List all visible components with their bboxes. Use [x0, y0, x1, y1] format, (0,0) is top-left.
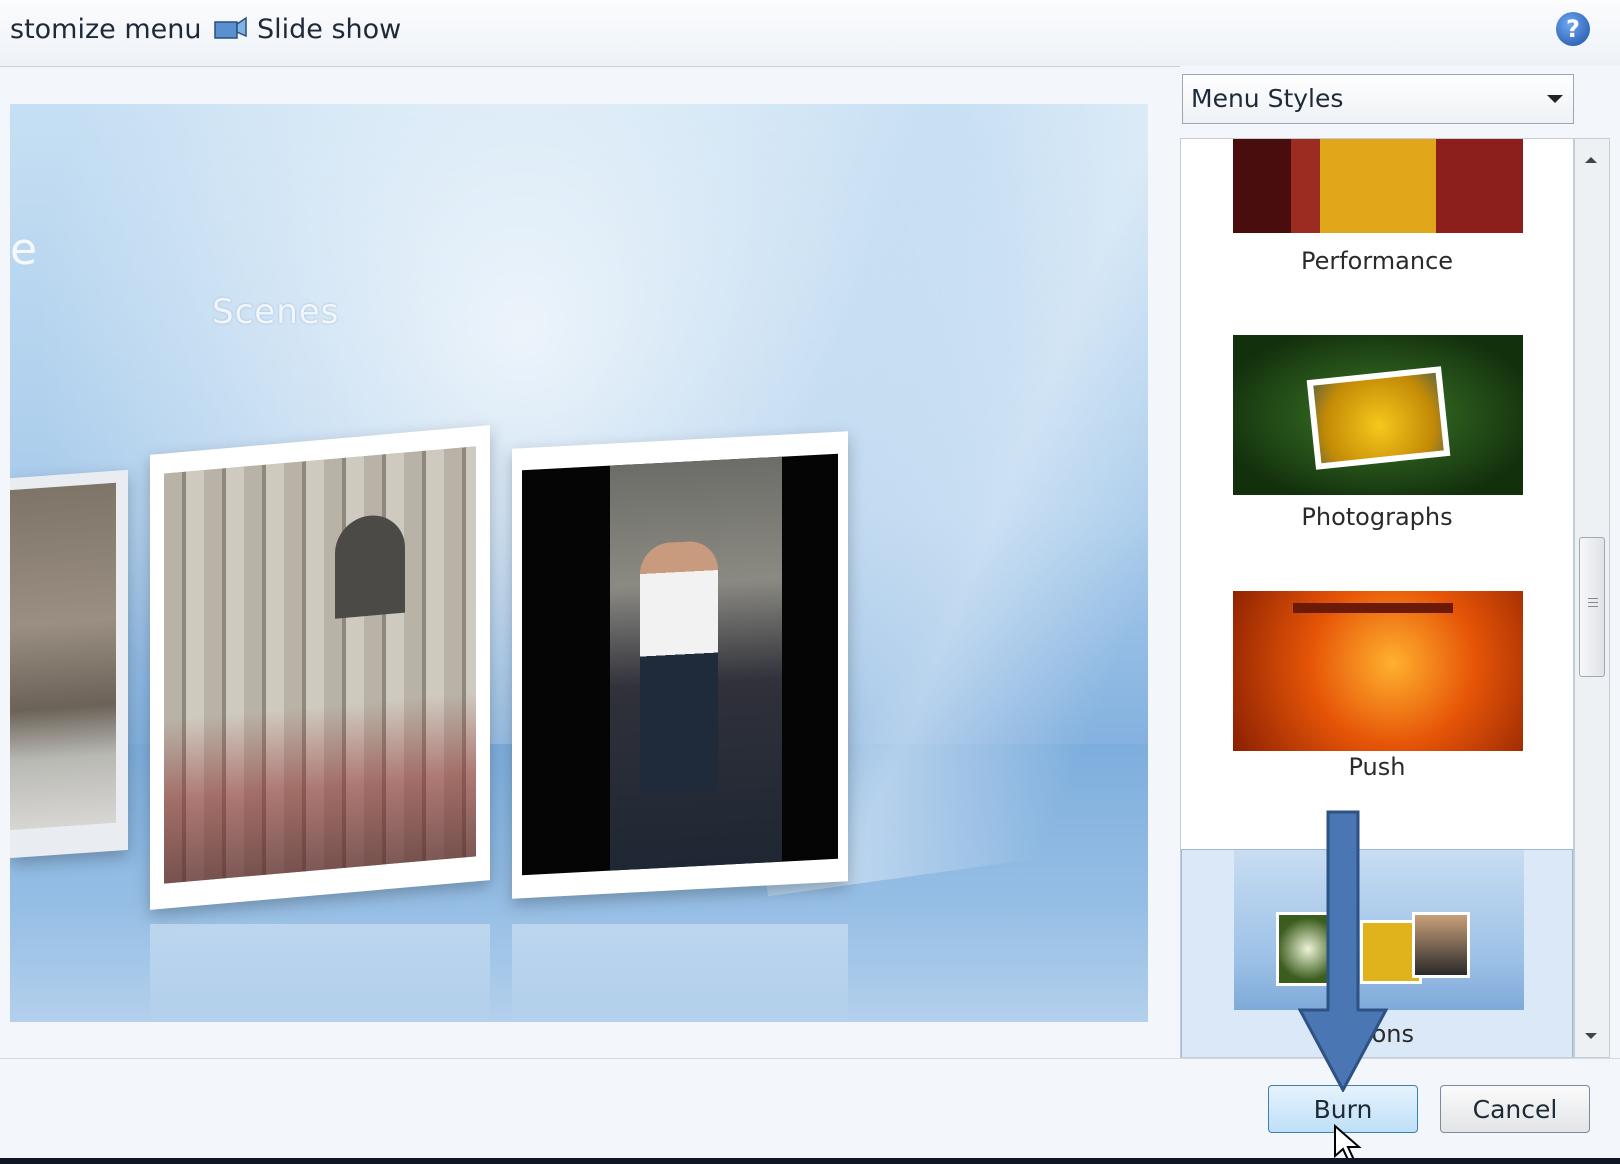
- taskbar: [0, 1158, 1620, 1164]
- slideshow-icon: [214, 16, 247, 39]
- mouse-cursor-icon: [1334, 1124, 1362, 1158]
- preview-photo-left: [10, 469, 128, 859]
- scroll-up-icon[interactable]: [1585, 157, 1597, 163]
- style-item-photographs[interactable]: Photographs: [1181, 335, 1573, 575]
- style-caption: Push: [1348, 753, 1406, 781]
- style-list-scrollbar[interactable]: [1574, 138, 1610, 1058]
- style-caption: Performance: [1300, 247, 1454, 275]
- scroll-down-icon[interactable]: [1585, 1033, 1597, 1039]
- style-item-performance[interactable]: Performance: [1181, 139, 1573, 321]
- photo-reflection: [512, 924, 848, 1022]
- style-item-push[interactable]: Push: [1181, 591, 1573, 831]
- menu-styles-dropdown[interactable]: Menu Styles: [1182, 74, 1574, 124]
- style-thumbnail: [1233, 139, 1523, 233]
- down-arrow-annotation-icon: [1298, 810, 1388, 1092]
- style-thumbnail: [1233, 335, 1523, 495]
- menu-preview: e Scenes: [10, 104, 1148, 1022]
- style-caption: Photographs: [1301, 503, 1453, 531]
- cancel-button[interactable]: Cancel: [1440, 1085, 1590, 1133]
- scrollbar-thumb[interactable]: [1579, 537, 1605, 677]
- chevron-down-icon: [1547, 95, 1563, 103]
- preview-photo-basilica: [150, 425, 490, 910]
- preview-title-partial: e: [10, 224, 38, 275]
- style-thumbnail: [1233, 591, 1523, 751]
- menu-styles-value: Menu Styles: [1191, 84, 1344, 113]
- slide-show-label: Slide show: [257, 14, 402, 45]
- preview-photo-person: [512, 431, 848, 899]
- scenes-menu-item[interactable]: Scenes: [212, 292, 339, 332]
- customize-menu-button[interactable]: stomize menu: [10, 14, 201, 45]
- dvd-maker-window: stomize menu Slide show ? e Scenes Menu …: [0, 0, 1620, 1158]
- help-icon[interactable]: ?: [1556, 12, 1590, 46]
- toolbar: stomize menu Slide show ?: [0, 0, 1620, 67]
- photo-reflection: [150, 924, 490, 1022]
- slide-show-button[interactable]: Slide show: [213, 14, 401, 45]
